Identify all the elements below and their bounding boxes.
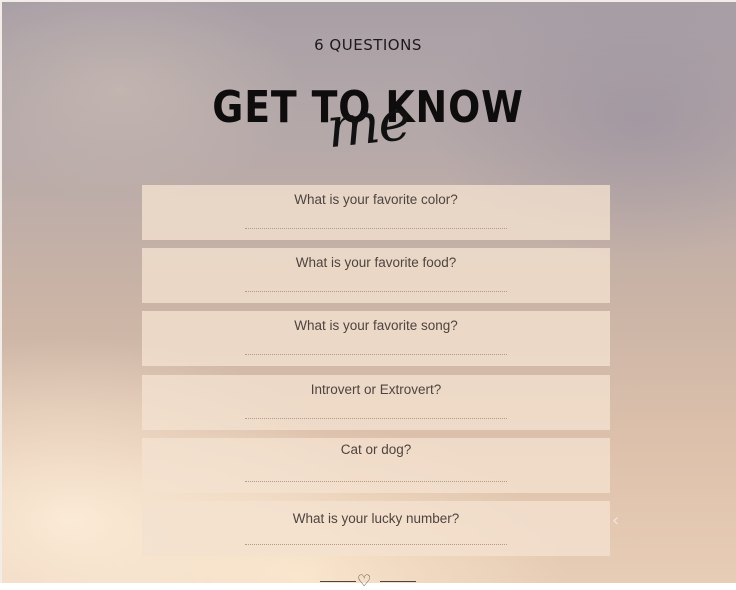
question-card[interactable]: What is your favorite food? [142,248,610,303]
frame-edge-top [0,0,736,2]
answer-line[interactable] [245,544,507,545]
question-text: What is your favorite song? [294,318,458,333]
chevron-left-icon[interactable]: ‹ [612,510,619,531]
ornament-rule-right [380,581,416,582]
question-card[interactable]: Introvert or Extrovert? [142,375,610,430]
question-card[interactable]: Cat or dog? [142,438,610,493]
question-card[interactable]: What is your favorite song? [142,311,610,366]
subtitle: 6 QUESTIONS [314,36,422,54]
answer-line[interactable] [245,228,507,229]
answer-line[interactable] [245,418,507,419]
question-text: What is your favorite food? [295,255,457,270]
question-text: What is your favorite color? [294,192,458,207]
answer-line[interactable] [245,354,507,355]
question-card[interactable]: What is your lucky number? [142,501,610,556]
answer-line[interactable] [245,481,507,482]
heart-icon: ♡ [357,571,372,590]
question-text: Introvert or Extrovert? [310,382,442,397]
frame-edge-left [0,0,2,583]
question-text: Cat or dog? [340,442,412,457]
question-text: What is your lucky number? [292,511,460,526]
ornament-rule-left [320,581,356,582]
question-card[interactable]: What is your favorite color? [142,185,610,240]
answer-line[interactable] [245,291,507,292]
